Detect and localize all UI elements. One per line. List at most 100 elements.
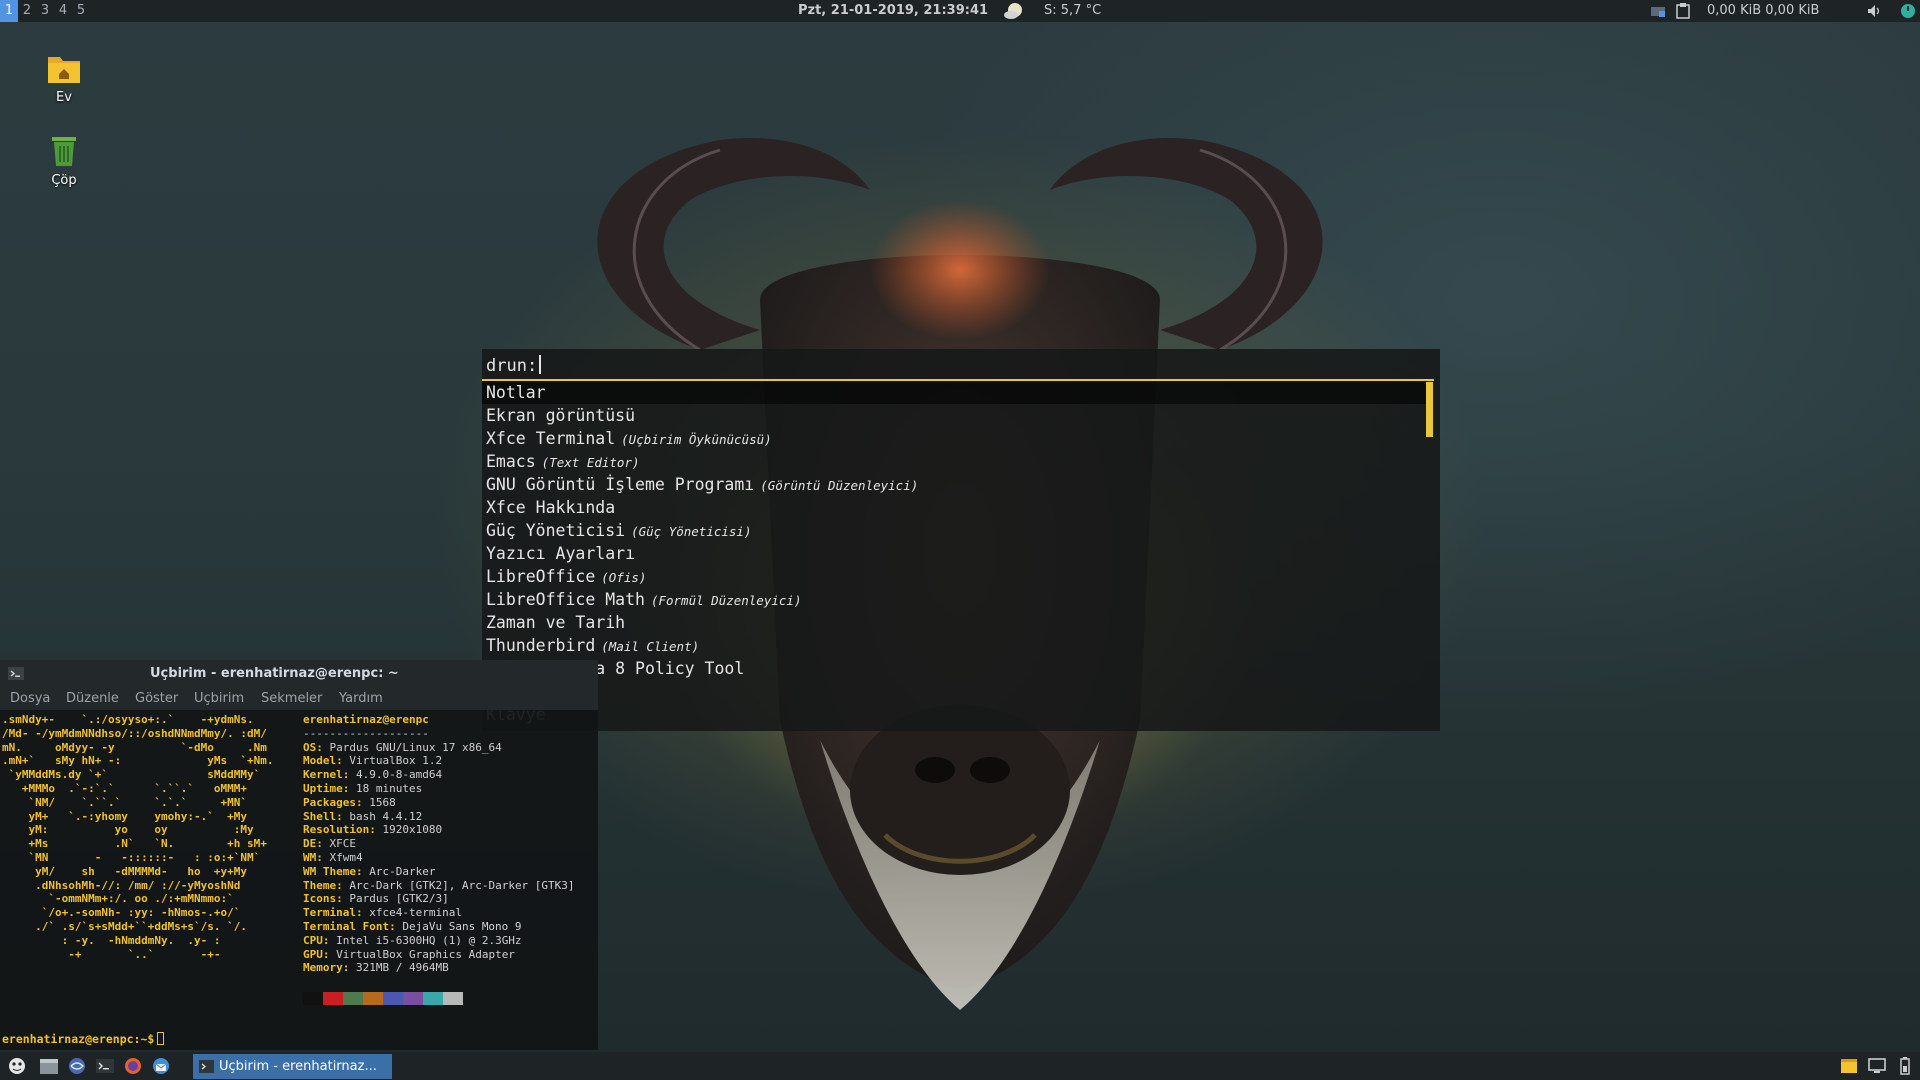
- ascii-line: `-ommNMm+:/. oo ./:+mMNmmo:`: [2, 892, 234, 906]
- ascii-line: yM: yo oy :My: [2, 823, 254, 837]
- info-key: CPU: [303, 933, 323, 947]
- network-speed: 0,00 KiB 0,00 KiB: [1707, 3, 1820, 18]
- terminal-icon: [199, 1060, 214, 1073]
- rofi-item[interactable]: OpenJDK Java 8 Policy Tool: [482, 657, 1426, 680]
- rofi-item[interactable]: Emacs (Text Editor): [482, 450, 1426, 473]
- info-row: Memory: 321MB / 4964MB: [303, 961, 575, 975]
- ascii-line: : -y. -hNmddmNy. .y- :: [2, 933, 221, 947]
- rofi-scrollbar[interactable]: [1426, 382, 1433, 437]
- info-key: Resolution: [303, 823, 370, 837]
- menu-dosya[interactable]: Dosya: [10, 687, 50, 710]
- rofi-item-description: (Ofis): [601, 570, 647, 585]
- terminal-cursor: [157, 1032, 165, 1045]
- neofetch-ascii-logo: .smNdy+- `.:/osyyso+:.` -+ydmNs./Md- -/y…: [2, 713, 274, 961]
- ascii-line: .dNhsohMh-//: /mm/ ://-yMyoshNd: [2, 878, 241, 892]
- rofi-item[interactable]: Güç Yöneticisi (Güç Yöneticisi): [482, 519, 1426, 542]
- power-icon[interactable]: [1900, 3, 1916, 19]
- menu-duzenle[interactable]: Düzenle: [66, 687, 119, 710]
- taskbar-item-terminal[interactable]: Uçbirim - erenhatirnaz...: [193, 1054, 392, 1079]
- info-colon: :: [389, 919, 403, 933]
- info-value: Xfwm4: [329, 850, 363, 864]
- info-key: GPU: [303, 947, 323, 961]
- rofi-item[interactable]: Ekran görüntüsü: [482, 404, 1426, 427]
- clipboard-icon[interactable]: [1676, 3, 1690, 19]
- rofi-item[interactable]: Yazıcı Ayarları: [482, 542, 1426, 565]
- info-colon: :: [336, 809, 350, 823]
- info-row: Icons: Pardus [GTK2/3]: [303, 892, 575, 906]
- terminal-icon[interactable]: [94, 1056, 116, 1076]
- info-value: 18 minutes: [356, 781, 423, 795]
- temperature-label[interactable]: S: 5,7 °C: [1044, 0, 1101, 22]
- rofi-item[interactable]: Klavye: [482, 703, 1426, 726]
- info-key: WM Theme: [303, 864, 356, 878]
- rofi-item-name: GNU Görüntü İşleme Programı: [486, 475, 755, 494]
- rofi-item-description: (Mail Client): [601, 639, 700, 654]
- menu-ucbirim[interactable]: Uçbirim: [194, 687, 244, 710]
- info-key: Memory: [303, 961, 343, 975]
- rofi-item-name: Ekran görüntüsü: [486, 406, 636, 425]
- menu-yardim[interactable]: Yardım: [339, 687, 383, 710]
- rofi-item[interactable]: LibreOffice Math (Formül Düzenleyici): [482, 588, 1426, 611]
- rofi-item[interactable]: Diskler: [482, 680, 1426, 703]
- terminal-titlebar[interactable]: Uçbirim - erenhatirnaz@erenpc: ~: [0, 660, 598, 687]
- menu-goster[interactable]: Göster: [135, 687, 178, 710]
- info-value: VirtualBox 1.2: [349, 754, 443, 768]
- notes-icon[interactable]: [1840, 1057, 1858, 1075]
- info-row: Terminal Font: DejaVu Sans Mono 9: [303, 920, 575, 934]
- rofi-item-name: Güç Yöneticisi: [486, 521, 626, 540]
- terminal-prompt[interactable]: erenhatirnaz@erenpc:~$: [2, 1032, 165, 1046]
- rofi-item-name: Yazıcı Ayarları: [486, 544, 636, 563]
- display-icon[interactable]: [1868, 1057, 1886, 1075]
- rofi-item[interactable]: Zaman ve Tarih: [482, 611, 1426, 634]
- info-colon: :: [322, 933, 337, 947]
- desktop-icon-home[interactable]: Ev: [19, 52, 109, 105]
- workspace-2[interactable]: 2: [18, 0, 36, 22]
- rofi-prompt[interactable]: drun:: [486, 354, 542, 378]
- workspace-3[interactable]: 3: [36, 0, 54, 22]
- top-panel: 1 2 3 4 5 Pzt, 21-01-2019, 21:39:41 S: 5…: [0, 0, 1920, 22]
- terminal-output[interactable]: .smNdy+- `.:/osyyso+:.` -+ydmNs./Md- -/y…: [0, 711, 598, 1041]
- rofi-item[interactable]: Xfce Terminal (Uçbirim Öykünücüsü): [482, 427, 1426, 450]
- workspace-4[interactable]: 4: [54, 0, 72, 22]
- desktop-icon-trash[interactable]: Çöp: [19, 133, 109, 188]
- firefox-icon[interactable]: [122, 1056, 144, 1076]
- info-colon: :: [355, 795, 370, 809]
- info-key: OS: [303, 740, 317, 754]
- rofi-item-name: Xfce Hakkında: [486, 498, 616, 517]
- weather-cloud-moon-icon[interactable]: [1003, 2, 1025, 20]
- web-browser-icon[interactable]: [66, 1056, 88, 1076]
- thunderbird-icon[interactable]: [150, 1056, 172, 1076]
- ascii-line: /Md- -/ymMdmNNdhso/::/oshdNNmdMmy/. :dM/: [2, 726, 267, 740]
- workspace-5[interactable]: 5: [72, 0, 90, 22]
- rofi-item[interactable]: GNU Görüntü İşleme Programı (Görüntü Düze…: [482, 473, 1426, 496]
- volume-icon[interactable]: [1867, 4, 1883, 18]
- rofi-item[interactable]: Xfce Hakkında: [482, 496, 1426, 519]
- file-manager-icon[interactable]: [38, 1056, 60, 1076]
- terminal-menubar: Dosya Düzenle Göster Uçbirim Sekmeler Ya…: [0, 687, 598, 710]
- menu-icon[interactable]: [6, 1056, 28, 1076]
- ascii-line: .smNdy+- `.:/osyyso+:.` -+ydmNs.: [2, 713, 254, 726]
- info-row: OS: Pardus GNU/Linux 17 x86_64: [303, 741, 575, 755]
- menu-sekmeler[interactable]: Sekmeler: [261, 687, 322, 710]
- desktop-icon-label: Çöp: [51, 173, 77, 188]
- clock[interactable]: Pzt, 21-01-2019, 21:39:41: [798, 0, 988, 22]
- info-value: DejaVu Sans Mono 9: [402, 919, 522, 933]
- rofi-launcher: drun: Notlar Ekran görüntüsü Xfce Terminal…: [482, 349, 1440, 731]
- info-colon: :: [316, 850, 330, 864]
- battery-icon[interactable]: [1896, 1057, 1914, 1075]
- terminal-window: Uçbirim - erenhatirnaz@erenpc: ~ Dosya D…: [0, 660, 598, 1050]
- rofi-item[interactable]: LibreOffice (Ofis): [482, 565, 1426, 588]
- network-icon[interactable]: [1650, 4, 1666, 18]
- info-value: Arc-Dark [GTK2], Arc-Darker [GTK3]: [349, 878, 575, 892]
- info-key: Shell: [303, 809, 337, 823]
- ascii-line: +MMMo .`-:`.` `.``.` oMMM+: [2, 781, 248, 795]
- color-swatch: [363, 992, 383, 1005]
- rofi-item[interactable]: Notlar: [482, 381, 1426, 404]
- color-swatch: [343, 992, 363, 1005]
- info-colon: :: [342, 768, 356, 782]
- rofi-item[interactable]: Thunderbird (Mail Client): [482, 634, 1426, 657]
- info-value: 1920x1080: [382, 823, 443, 837]
- workspace-1[interactable]: 1: [0, 0, 18, 22]
- info-colon: :: [336, 892, 350, 906]
- info-key: Icons: [303, 892, 337, 906]
